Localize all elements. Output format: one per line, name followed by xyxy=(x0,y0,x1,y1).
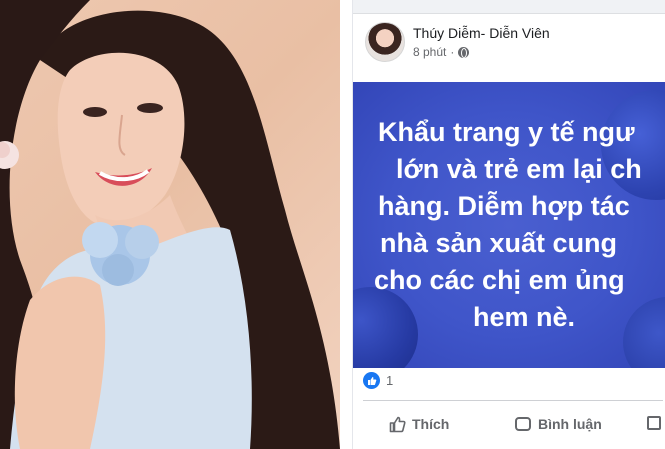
facebook-post: Thúy Diễm- Diễn Viên 8 phút · Khẩu trang… xyxy=(352,0,665,449)
post-text: Khẩu trang y tế ngư lớn và trẻ em lại ch… xyxy=(374,114,665,336)
reaction-count: 1 xyxy=(386,373,394,388)
comment-button[interactable]: Bình luận xyxy=(515,416,602,432)
post-header: Thúy Diễm- Diễn Viên 8 phút · xyxy=(365,22,665,72)
post-text-line: Khẩu trang y tế ngư xyxy=(378,117,635,147)
post-text-line: hem nè. xyxy=(473,302,576,332)
author-avatar[interactable] xyxy=(365,22,405,62)
share-button[interactable] xyxy=(647,416,661,430)
globe-icon xyxy=(458,46,470,58)
post-time[interactable]: 8 phút xyxy=(413,45,446,59)
post-meta: 8 phút · xyxy=(413,45,470,59)
comment-label: Bình luận xyxy=(538,416,602,432)
post-text-line: hàng. Diễm hợp tác xyxy=(378,191,630,221)
image-gutter xyxy=(340,0,352,449)
post-text-line: cho các chị em ủng xyxy=(374,265,625,295)
post-text-line: lớn và trẻ em lại ch xyxy=(396,154,642,184)
like-button[interactable]: Thích xyxy=(389,416,450,433)
post-text-line: nhà sản xuất cung xyxy=(380,228,618,258)
thumbs-up-icon xyxy=(389,416,406,433)
post-background-text-box: Khẩu trang y tế ngư lớn và trẻ em lại ch… xyxy=(353,82,665,368)
comment-bubble-icon xyxy=(515,417,531,431)
action-divider xyxy=(363,400,663,401)
like-label: Thích xyxy=(412,416,450,432)
post-actions: Thích Bình luận xyxy=(353,408,665,442)
post-top-edge xyxy=(353,0,665,14)
like-reaction-icon xyxy=(363,372,380,389)
reaction-summary[interactable]: 1 xyxy=(363,372,393,389)
share-icon xyxy=(647,416,661,430)
portrait-illustration xyxy=(0,0,340,449)
author-name[interactable]: Thúy Diễm- Diễn Viên xyxy=(413,25,550,41)
portrait-photo xyxy=(0,0,340,449)
